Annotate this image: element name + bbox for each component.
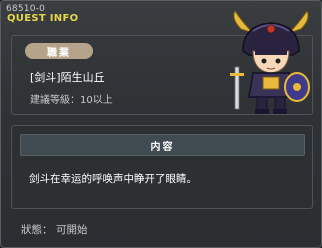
warrior-portrait-icon	[230, 11, 310, 114]
job-badge: 職業	[25, 43, 93, 59]
window-title: QUEST INFO	[7, 13, 79, 24]
quest-name: [剑斗]陌生山丘	[30, 71, 105, 84]
content-text: 剑斗在幸运的呼唤声中睁开了眼睛。	[29, 173, 197, 185]
quest-content-panel: 内容 剑斗在幸运的呼唤声中睁开了眼睛。	[11, 125, 313, 209]
content-header: 内容	[20, 134, 305, 156]
recommended-level: 建議等級：10以上	[30, 95, 113, 106]
status-label: 狀態：	[21, 224, 53, 236]
status-value: 可開始	[56, 224, 88, 236]
quest-info-window: 68510-0 QUEST INFO 職業 [剑斗]陌生山丘 建議等級：10以上	[0, 0, 322, 248]
